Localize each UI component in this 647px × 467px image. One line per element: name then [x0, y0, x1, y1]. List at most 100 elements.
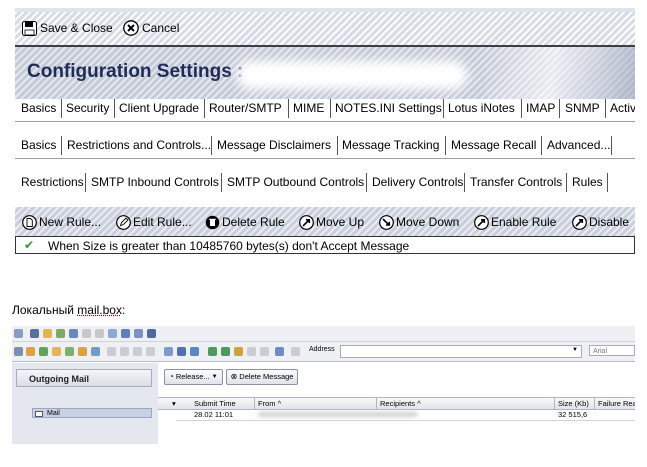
disabled-icon: [82, 329, 91, 338]
view-action-bar: ◔ Release... ▼ ⊗ Delete Message: [164, 369, 299, 385]
subtab-smtp-inbound[interactable]: SMTP Inbound Controls: [91, 173, 219, 192]
tab-row-divider: [15, 158, 635, 159]
tab-security[interactable]: Security: [66, 99, 109, 118]
home-icon[interactable]: [234, 347, 243, 356]
move-up-button[interactable]: Move Up: [298, 213, 364, 231]
subtab-basics[interactable]: Basics: [21, 136, 56, 155]
tab-lotus-inotes[interactable]: Lotus iNotes: [448, 99, 515, 118]
subtab-rules[interactable]: Rules: [572, 173, 603, 192]
redacted-sender: [258, 412, 418, 417]
disable-rule-icon: [571, 214, 587, 230]
subtab-message-disclaimers[interactable]: Message Disclaimers: [217, 136, 331, 155]
tab-router-smtp[interactable]: Router/SMTP: [209, 99, 282, 118]
tab-separator: [541, 136, 542, 155]
save-close-label: Save & Close: [40, 21, 113, 35]
tab-notes-ini[interactable]: NOTES.INI Settings: [335, 99, 442, 118]
dropdown-arrow-icon: ▼: [211, 374, 218, 380]
font-selector[interactable]: Arial: [589, 345, 635, 356]
tertiary-tab-row: Restrictions SMTP Inbound Controls SMTP …: [15, 173, 635, 192]
disabled-icon: [107, 347, 116, 356]
refresh-icon[interactable]: [134, 329, 143, 338]
print-icon[interactable]: [30, 329, 39, 338]
disable-rule-button[interactable]: Disable: [571, 213, 629, 231]
column-header-row: ▾ Submit Time From ^ Recipients ^ Size (…: [158, 397, 635, 410]
outgoing-mail-header[interactable]: Outgoing Mail: [16, 369, 152, 387]
bookmark-icon[interactable]: [275, 347, 284, 356]
tab-basics[interactable]: Basics: [21, 99, 56, 118]
new-document-icon: [21, 214, 37, 230]
enable-rule-button[interactable]: Enable Rule: [473, 213, 556, 231]
column-failure-reason[interactable]: Failure Rea: [598, 399, 635, 408]
table-icon[interactable]: [91, 347, 100, 356]
tab-activity[interactable]: Activ: [610, 99, 635, 118]
column-size[interactable]: Size (Kb): [558, 399, 589, 408]
copy-icon[interactable]: [108, 329, 117, 338]
subtab-message-tracking[interactable]: Message Tracking: [342, 136, 439, 155]
tab-separator: [366, 173, 367, 192]
column-separator: [594, 398, 595, 409]
move-down-button[interactable]: Move Down: [378, 213, 459, 231]
subtab-message-recall[interactable]: Message Recall: [451, 136, 536, 155]
tab-separator: [607, 173, 608, 192]
search-icon[interactable]: [177, 347, 186, 356]
tab-separator: [464, 173, 465, 192]
back-icon[interactable]: [208, 347, 217, 356]
cell-submit-time: 28.02 11:01: [194, 410, 234, 419]
enable-rule-label: Enable Rule: [491, 215, 557, 229]
refresh-icon[interactable]: [190, 347, 199, 356]
sort-indicator-icon: ▾: [172, 399, 176, 408]
tab-client-upgrade[interactable]: Client Upgrade: [119, 99, 199, 118]
folder-icon[interactable]: [43, 329, 52, 338]
subtab-transfer-controls[interactable]: Transfer Controls: [470, 173, 562, 192]
tab-snmp[interactable]: SNMP: [565, 99, 600, 118]
cancel-button[interactable]: Cancel: [123, 19, 179, 37]
edit-rule-button[interactable]: Edit Rule...: [115, 213, 192, 231]
subtab-smtp-outbound[interactable]: SMTP Outbound Controls: [227, 173, 364, 192]
tab-mime[interactable]: MIME: [293, 99, 324, 118]
column-submit-time[interactable]: Submit Time: [194, 399, 236, 408]
nav-item-mail[interactable]: Mail: [32, 408, 152, 418]
tab-separator: [559, 99, 560, 118]
search-icon[interactable]: [121, 329, 130, 338]
tab-imap[interactable]: IMAP: [526, 99, 555, 118]
move-up-label: Move Up: [316, 215, 365, 229]
subtab-restrictions[interactable]: Restrictions: [21, 173, 84, 192]
tag-icon[interactable]: [65, 347, 74, 356]
release-button[interactable]: ◔ Release... ▼: [164, 369, 223, 385]
arrow-up-icon[interactable]: [52, 347, 61, 356]
edit-icon[interactable]: [56, 329, 65, 338]
view-icon[interactable]: [147, 329, 156, 338]
address-input[interactable]: [340, 345, 582, 358]
chevron-down-icon[interactable]: ▼: [572, 347, 578, 353]
new-rule-button[interactable]: New Rule...: [21, 213, 101, 231]
release-icon: ◔: [169, 372, 174, 381]
copy-icon[interactable]: [164, 347, 173, 356]
subtab-delivery-controls[interactable]: Delivery Controls: [372, 173, 463, 192]
menu-icon[interactable]: [14, 329, 23, 338]
filter-icon[interactable]: [26, 347, 35, 356]
column-from[interactable]: From ^: [258, 399, 281, 408]
pencil-icon: [115, 214, 131, 230]
forward-icon[interactable]: [69, 329, 78, 338]
tab-separator: [337, 136, 338, 155]
toolbar-icon[interactable]: [14, 347, 23, 356]
column-recipients[interactable]: Recipients ^: [380, 399, 421, 408]
tab-separator: [114, 99, 115, 118]
banner-decoration: [485, 47, 635, 100]
flag-icon[interactable]: [78, 347, 87, 356]
mail-view-icon: [35, 411, 43, 417]
subtab-restrictions-controls[interactable]: Restrictions and Controls...: [67, 136, 211, 155]
tab-separator: [443, 99, 444, 118]
arrow-down-icon[interactable]: [39, 347, 48, 356]
save-close-button[interactable]: Save & Close: [21, 19, 113, 37]
table-row[interactable]: 28.02 11:01 32 515,6: [158, 410, 635, 421]
tab-separator: [605, 99, 606, 118]
rule-list-row[interactable]: ✔ When Size is greater than 10485760 byt…: [15, 236, 635, 254]
secondary-tab-row: Basics Restrictions and Controls... Mess…: [15, 136, 635, 155]
delete-rule-button[interactable]: Delete Rule: [204, 213, 285, 231]
move-up-icon: [298, 214, 314, 230]
configuration-settings-window: Save & Close Cancel Configuration Settin…: [15, 8, 635, 256]
forward-icon[interactable]: [221, 347, 230, 356]
delete-message-button[interactable]: ⊗ Delete Message: [225, 369, 299, 385]
subtab-advanced[interactable]: Advanced...: [547, 136, 610, 155]
